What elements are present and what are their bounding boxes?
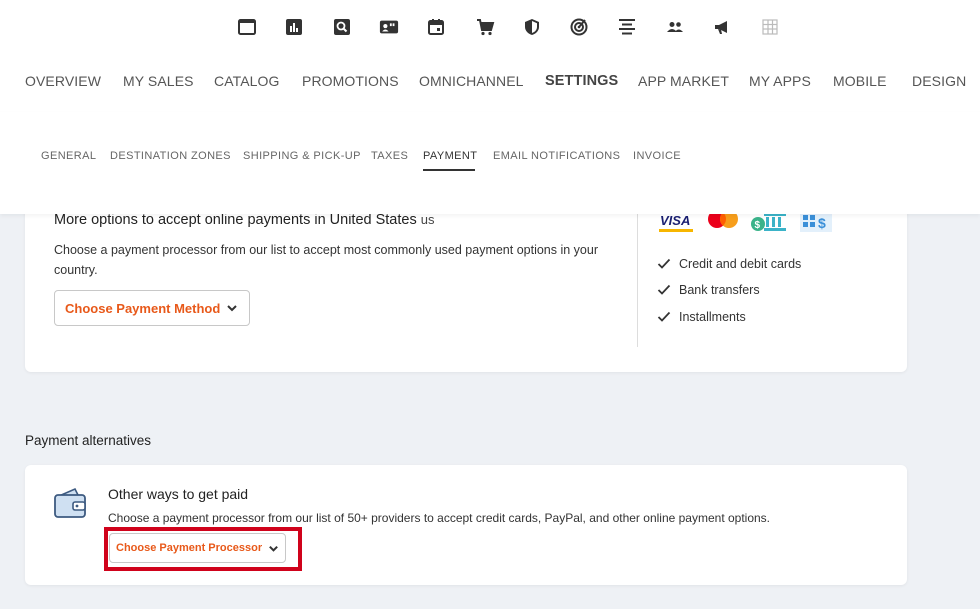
- feature-label: Credit and debit cards: [679, 257, 802, 271]
- choose-payment-method-label: Choose Payment Method: [65, 300, 221, 316]
- main-nav-my-apps[interactable]: MY APPS: [749, 73, 811, 89]
- payment-alternatives-card: Other ways to get paid Choose a payment …: [25, 465, 907, 585]
- calendar-icon[interactable]: [423, 14, 449, 40]
- align-center-icon[interactable]: [614, 14, 640, 40]
- tab-payment[interactable]: PAYMENT: [423, 150, 477, 162]
- tab-invoice[interactable]: INVOICE: [633, 150, 681, 162]
- shield-icon[interactable]: [519, 14, 545, 40]
- main-nav-my-sales[interactable]: MY SALES: [123, 73, 194, 89]
- check-icon: [657, 284, 671, 295]
- feature-item: Bank transfers: [657, 281, 760, 299]
- tab-shipping-pickup[interactable]: SHIPPING & PICK-UP: [243, 150, 361, 162]
- choose-payment-processor-label: Choose Payment Processor: [116, 542, 263, 554]
- visa-logo: VISA: [658, 210, 694, 239]
- megaphone-icon[interactable]: [709, 14, 735, 40]
- main-nav-design[interactable]: DESIGN: [912, 73, 966, 89]
- tab-general[interactable]: GENERAL: [41, 150, 96, 162]
- main-nav-overview[interactable]: OVERVIEW: [25, 73, 101, 89]
- people-icon[interactable]: [662, 14, 688, 40]
- icon-toolbar: [0, 14, 980, 40]
- chevron-down-icon: [227, 305, 238, 312]
- online-payments-description: Choose a payment processor from our list…: [54, 243, 599, 277]
- main-nav: OVERVIEW MY SALES CATALOG PROMOTIONS OMN…: [0, 73, 980, 93]
- cart-icon[interactable]: [472, 14, 498, 40]
- feature-item: Credit and debit cards: [657, 255, 801, 273]
- payment-alternatives-heading: Payment alternatives: [25, 433, 152, 448]
- other-ways-title: Other ways to get paid: [108, 486, 249, 502]
- choose-payment-processor-button[interactable]: Choose Payment Processor: [109, 533, 286, 563]
- svg-text:$: $: [755, 220, 761, 231]
- main-nav-settings[interactable]: SETTINGS: [545, 73, 618, 89]
- divider: [637, 210, 638, 347]
- choose-payment-method-button[interactable]: Choose Payment Method: [54, 290, 250, 326]
- feature-label: Bank transfers: [679, 283, 760, 297]
- installments-icon: $: [800, 210, 832, 239]
- wallet-icon: [54, 487, 86, 518]
- country-code: us: [420, 212, 435, 227]
- tab-taxes[interactable]: TAXES: [371, 150, 408, 162]
- other-ways-description: Choose a payment processor from our list…: [108, 511, 771, 525]
- feature-item: Installments: [657, 308, 746, 326]
- settings-sub-nav: GENERAL DESTINATION ZONES SHIPPING & PIC…: [0, 112, 980, 214]
- check-icon: [657, 311, 671, 322]
- svg-text:VISA: VISA: [660, 213, 690, 228]
- tab-email-notifications[interactable]: EMAIL NOTIFICATIONS: [493, 150, 620, 162]
- svg-text:$: $: [818, 215, 826, 231]
- main-nav-omnichannel[interactable]: OMNICHANNEL: [419, 73, 524, 89]
- main-nav-promotions[interactable]: PROMOTIONS: [302, 73, 399, 89]
- check-icon: [657, 258, 671, 269]
- customers-card-icon[interactable]: [376, 14, 402, 40]
- online-payments-title: More options to accept online payments i…: [54, 212, 435, 228]
- main-nav-catalog[interactable]: CATALOG: [214, 73, 280, 89]
- chevron-down-icon: [269, 545, 279, 552]
- table-grid-icon[interactable]: [757, 14, 783, 40]
- search-icon[interactable]: [329, 14, 355, 40]
- top-header: OVERVIEW MY SALES CATALOG PROMOTIONS OMN…: [0, 0, 980, 112]
- reports-icon[interactable]: [281, 14, 307, 40]
- active-tab-indicator: [423, 169, 475, 171]
- feature-label: Installments: [679, 310, 746, 324]
- main-nav-mobile[interactable]: MOBILE: [833, 73, 887, 89]
- tab-destination-zones[interactable]: DESTINATION ZONES: [110, 150, 231, 162]
- main-nav-app-market[interactable]: APP MARKET: [638, 73, 729, 89]
- bank-transfer-icon: $: [750, 210, 788, 239]
- target-icon[interactable]: [566, 14, 592, 40]
- dashboard-icon[interactable]: [234, 14, 260, 40]
